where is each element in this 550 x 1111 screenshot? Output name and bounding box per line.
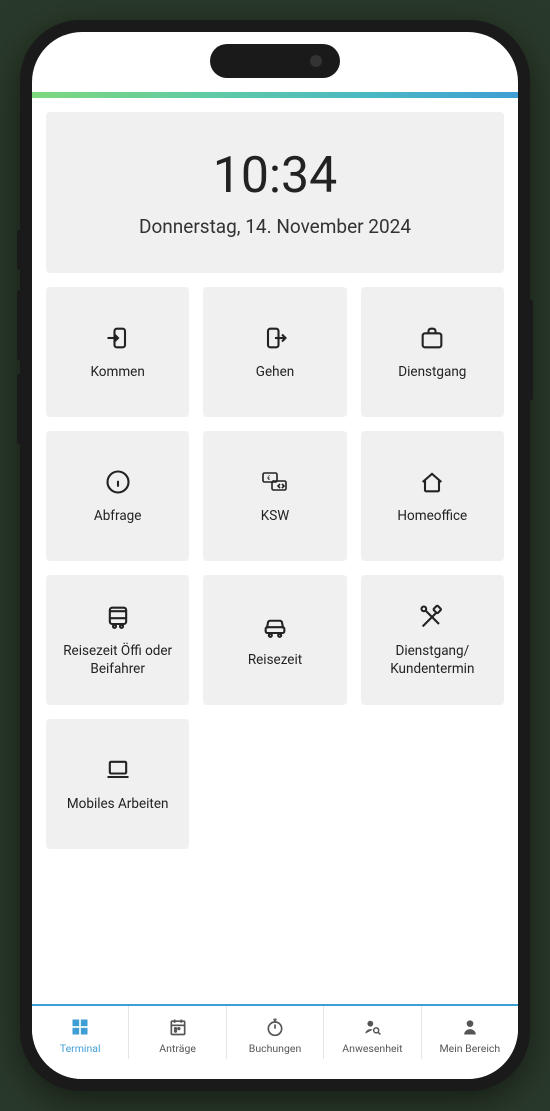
login-icon: [102, 322, 134, 354]
tile-label: Gehen: [256, 364, 294, 382]
tile-label: Reisezeit: [248, 652, 302, 670]
tile-label: Reisezeit Öffi oder Beifahrer: [56, 643, 179, 678]
nav-mein-bereich[interactable]: Mein Bereich: [422, 1006, 518, 1059]
nav-buchungen[interactable]: Buchungen: [227, 1006, 324, 1059]
nav-label: Anträge: [159, 1042, 196, 1055]
nav-terminal[interactable]: Terminal: [32, 1006, 129, 1059]
tile-mobiles-arbeiten[interactable]: Mobiles Arbeiten: [46, 719, 189, 849]
tile-reise-oeffi[interactable]: Reisezeit Öffi oder Beifahrer: [46, 575, 189, 705]
person-search-icon: [361, 1016, 383, 1038]
svg-text:€: €: [267, 475, 271, 482]
tile-homeoffice[interactable]: Homeoffice: [361, 431, 504, 561]
logout-icon: [259, 322, 291, 354]
bottom-nav: Terminal Anträge Buchungen Anwesenheit: [32, 1004, 518, 1079]
phone-frame: 10:34 Donnerstag, 14. November 2024 Komm…: [20, 20, 530, 1091]
info-icon: [102, 466, 134, 498]
tile-label: Kommen: [91, 364, 145, 382]
screen: 10:34 Donnerstag, 14. November 2024 Komm…: [32, 32, 518, 1079]
laptop-icon: [102, 754, 134, 786]
main-content: 10:34 Donnerstag, 14. November 2024 Komm…: [32, 98, 518, 1004]
person-icon: [459, 1016, 481, 1038]
tile-reisezeit[interactable]: Reisezeit: [203, 575, 346, 705]
tools-icon: [416, 601, 448, 633]
briefcase-icon: [416, 322, 448, 354]
bus-icon: [102, 601, 134, 633]
calendar-icon: [167, 1016, 189, 1038]
tile-grid: Kommen Gehen Dienstgang: [46, 287, 504, 849]
clock-date: Donnerstag, 14. November 2024: [66, 215, 484, 238]
clock-card: 10:34 Donnerstag, 14. November 2024: [46, 112, 504, 273]
tile-label: Homeoffice: [397, 508, 467, 526]
home-icon: [416, 466, 448, 498]
tile-abfrage[interactable]: Abfrage: [46, 431, 189, 561]
money-sync-icon: €: [259, 466, 291, 498]
tile-dienstgang[interactable]: Dienstgang: [361, 287, 504, 417]
tile-label: Dienstgang/ Kundentermin: [371, 643, 494, 678]
nav-anwesenheit[interactable]: Anwesenheit: [324, 1006, 421, 1059]
tile-kommen[interactable]: Kommen: [46, 287, 189, 417]
nav-antraege[interactable]: Anträge: [129, 1006, 226, 1059]
stopwatch-icon: [264, 1016, 286, 1038]
clock-time: 10:34: [66, 147, 484, 205]
tile-ksw[interactable]: € KSW: [203, 431, 346, 561]
tile-label: Mobiles Arbeiten: [67, 796, 169, 814]
tile-label: Dienstgang: [398, 364, 466, 382]
tile-label: KSW: [261, 508, 289, 526]
grid-icon: [69, 1016, 91, 1038]
notch: [210, 44, 340, 78]
tile-gehen[interactable]: Gehen: [203, 287, 346, 417]
car-icon: [259, 610, 291, 642]
tile-label: Abfrage: [94, 508, 141, 526]
nav-label: Anwesenheit: [342, 1042, 402, 1055]
nav-label: Buchungen: [249, 1042, 301, 1055]
nav-label: Mein Bereich: [439, 1042, 500, 1055]
nav-label: Terminal: [60, 1042, 101, 1055]
tile-dienstgang-kunde[interactable]: Dienstgang/ Kundentermin: [361, 575, 504, 705]
